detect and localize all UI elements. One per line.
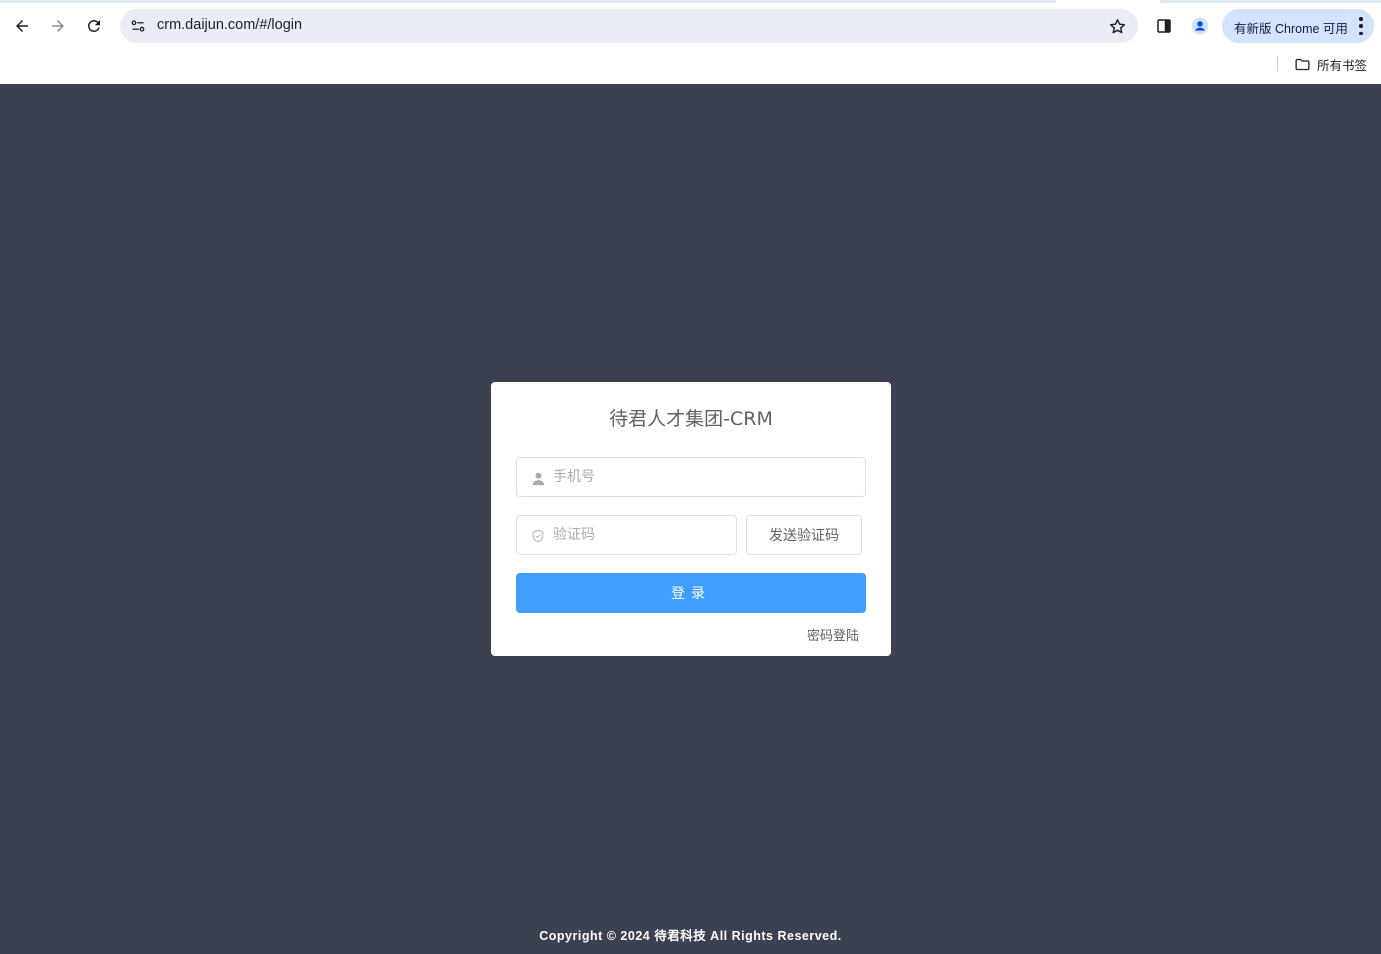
back-button[interactable]	[6, 10, 38, 42]
bookmarks-separator	[1277, 56, 1278, 71]
site-settings-icon[interactable]	[128, 16, 148, 36]
password-login-link[interactable]: 密码登陆	[807, 625, 859, 644]
tab-strip-edge-right	[1160, 0, 1381, 3]
all-bookmarks-label: 所有书签	[1317, 57, 1368, 73]
chrome-update-label: 有新版 Chrome 可用	[1234, 22, 1348, 36]
folder-icon	[1295, 58, 1310, 70]
reload-icon	[87, 19, 100, 32]
reload-button[interactable]	[78, 10, 110, 42]
phone-input[interactable]	[553, 458, 853, 496]
user-icon	[530, 470, 546, 486]
bookmark-star-icon[interactable]	[1106, 15, 1128, 37]
chrome-update-button[interactable]: 有新版 Chrome 可用	[1222, 9, 1374, 43]
verification-code-field[interactable]	[516, 515, 737, 555]
login-title: 待君人才集团-CRM	[609, 408, 773, 430]
login-card: 待君人才集团-CRM 发送验证码 登录 密码登陆	[491, 382, 891, 656]
profile-avatar-icon[interactable]	[1188, 14, 1212, 38]
bookmarks-bar: 所有书签	[0, 48, 1381, 80]
arrow-left-icon	[16, 20, 28, 32]
browser-toolbar: crm.daijun.com/#/login 有新版 Chrome 可用	[0, 4, 1381, 48]
shield-check-icon	[530, 528, 546, 544]
verification-code-input[interactable]	[553, 516, 723, 554]
url-text[interactable]: crm.daijun.com/#/login	[157, 17, 302, 33]
all-bookmarks-button[interactable]: 所有书签	[1294, 54, 1367, 74]
more-menu-icon[interactable]	[1358, 17, 1364, 35]
tab-strip-edge	[0, 0, 1056, 3]
forward-button[interactable]	[42, 10, 74, 42]
arrow-right-icon	[52, 20, 64, 32]
browser-chrome: crm.daijun.com/#/login 有新版 Chrome 可用 所有书…	[0, 0, 1381, 84]
address-bar[interactable]: crm.daijun.com/#/login	[120, 9, 1138, 43]
copyright-text: Copyright © 2024 待君科技 All Rights Reserve…	[539, 929, 842, 943]
phone-field[interactable]	[516, 457, 866, 497]
login-button[interactable]: 登录	[516, 573, 866, 613]
send-code-button[interactable]: 发送验证码	[746, 515, 862, 555]
side-panel-icon[interactable]	[1152, 14, 1176, 38]
